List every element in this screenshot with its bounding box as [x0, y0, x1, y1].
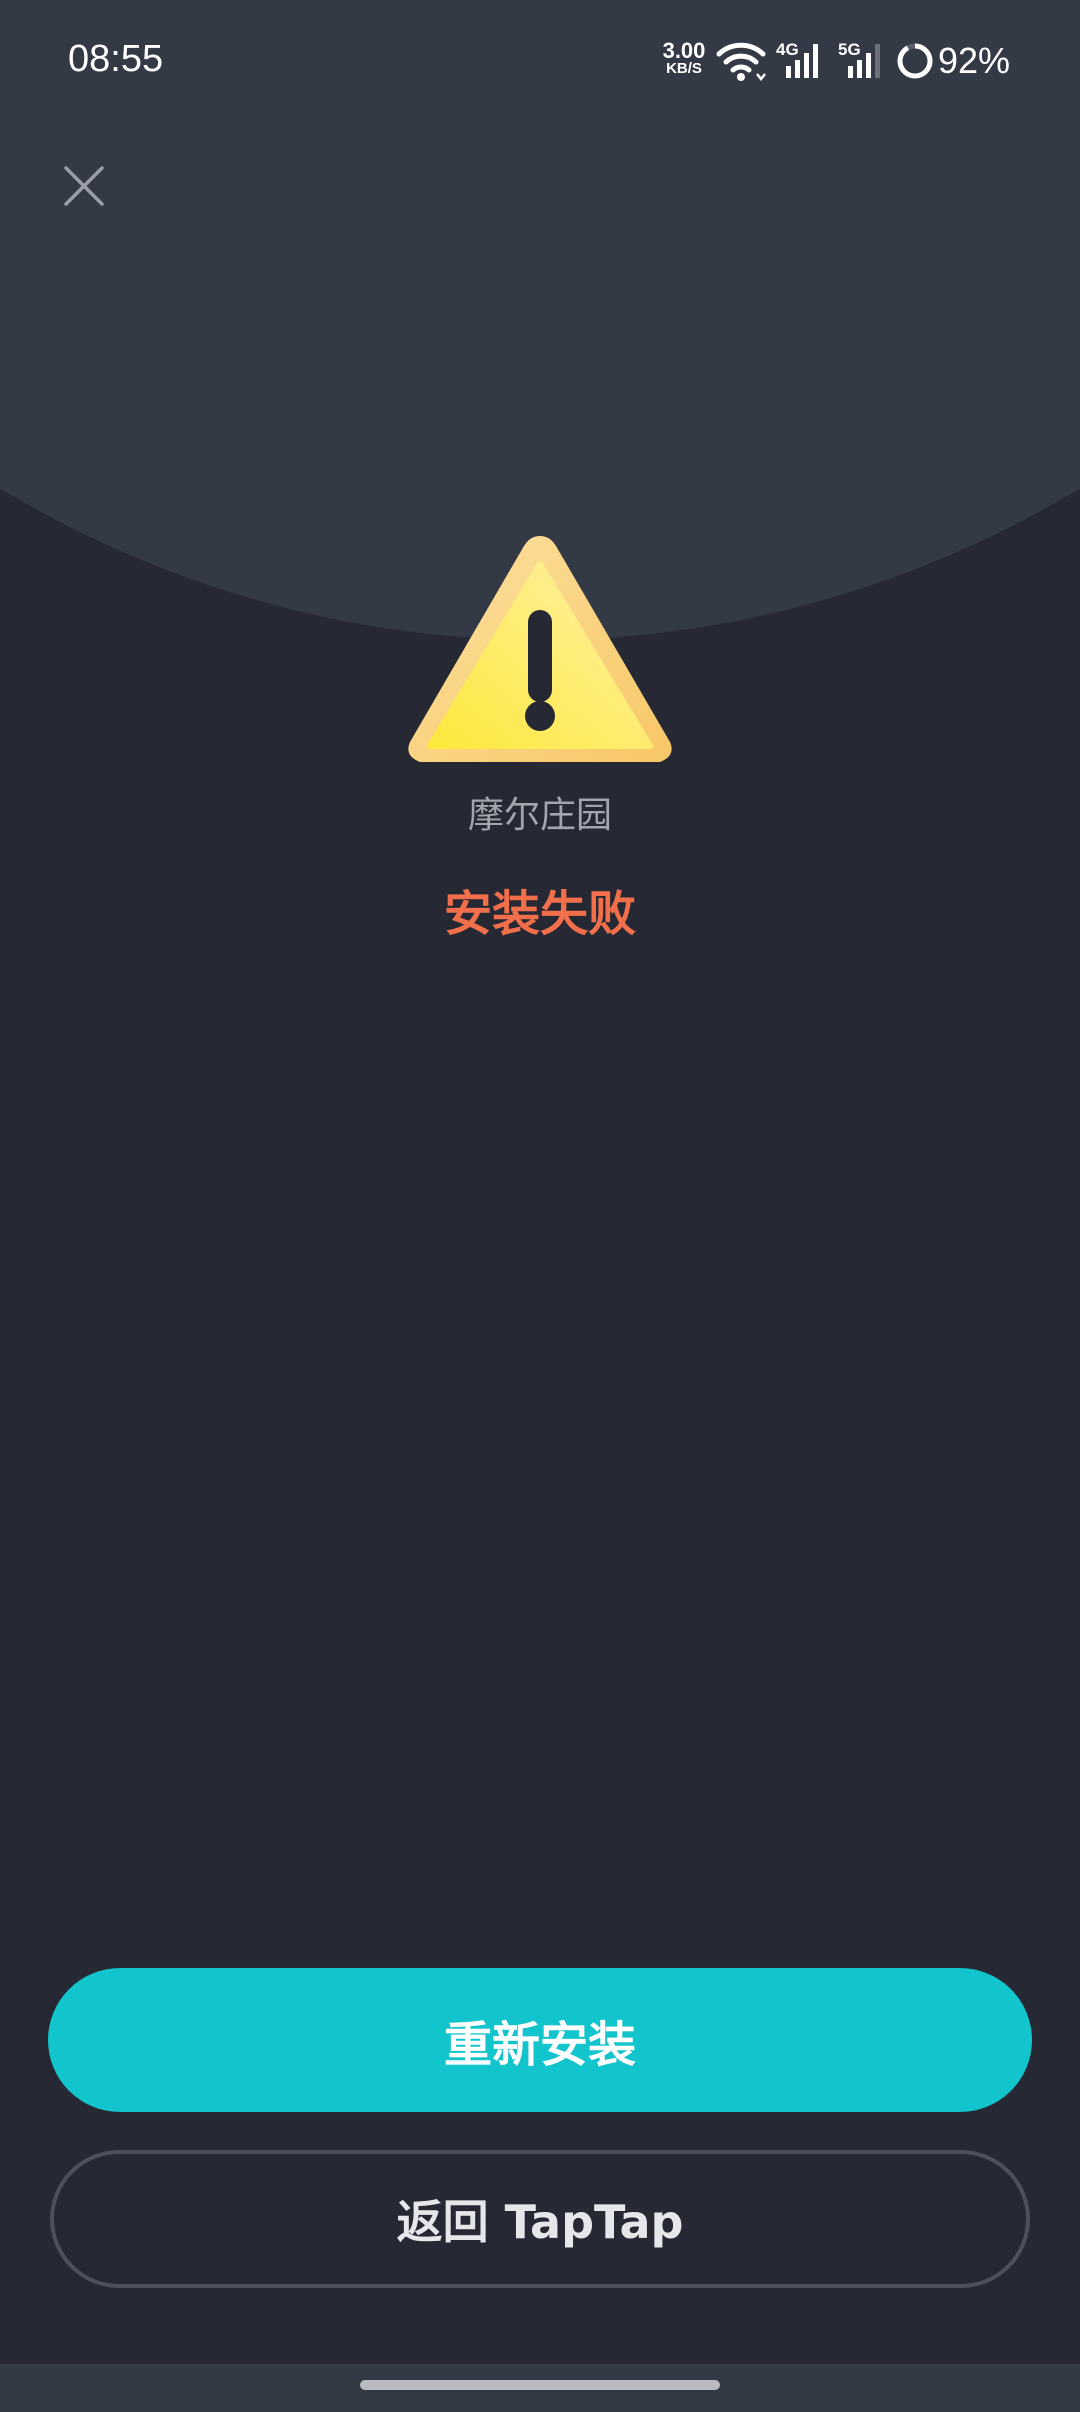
back-to-taptap-button[interactable]: 返回 TapTap — [50, 2150, 1030, 2288]
network-speed-value: 3.00 — [662, 38, 706, 63]
battery-ring-icon — [897, 43, 933, 79]
home-indicator[interactable] — [360, 2380, 720, 2390]
install-status-message: 安装失败 — [443, 886, 636, 942]
status-time: 08:55 — [68, 38, 164, 80]
app-name: 摩尔庄园 — [467, 795, 612, 836]
status-bar: 08:55 3.00 KB/S 4G 5G 92% — [0, 0, 1080, 125]
navigation-bar — [0, 2364, 1080, 2412]
battery-percent: 92% — [938, 40, 1011, 81]
signal-4g-icon: 4G — [776, 40, 826, 80]
close-icon — [64, 166, 104, 206]
install-failed-screen: 08:55 3.00 KB/S 4G 5G 92% 摩尔庄园 安装失败 重新安装… — [0, 0, 1080, 2412]
signal-5g-icon: 5G — [838, 40, 888, 80]
warning-triangle-icon — [408, 536, 672, 762]
wifi-icon — [716, 42, 766, 82]
reinstall-button[interactable]: 重新安装 — [48, 1968, 1032, 2112]
close-button[interactable] — [60, 162, 108, 210]
network-speed: 3.00 KB/S — [656, 38, 712, 78]
